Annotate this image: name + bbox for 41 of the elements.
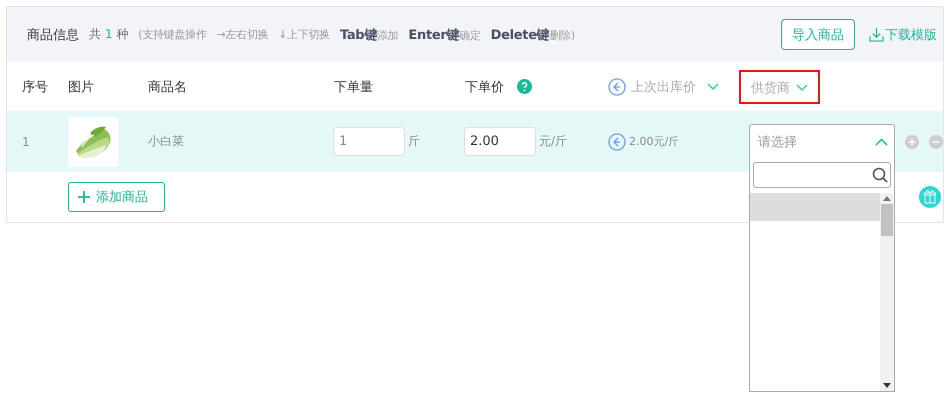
- column-header: 下单量: [334, 78, 373, 96]
- column-header[interactable]: 供货商: [739, 70, 820, 104]
- shortcut-hint: ↓上下切换: [278, 27, 330, 42]
- shortcut-hint: Enter键确定: [408, 26, 481, 44]
- plus-icon: [78, 191, 90, 203]
- unit-label: 元/斤: [539, 133, 568, 150]
- chevron-icon: [875, 138, 888, 146]
- scrollbar[interactable]: [880, 193, 894, 391]
- column-header: 下单价: [465, 78, 504, 96]
- product-name: 小白菜: [148, 133, 184, 150]
- search-field[interactable]: [753, 162, 891, 188]
- column-header: 序号: [22, 78, 48, 96]
- column-header: 上次出库价: [631, 78, 696, 96]
- section-title: 商品信息: [27, 26, 79, 44]
- scroll-down-icon[interactable]: [883, 383, 891, 388]
- shortcut-hint: →左右切换: [216, 27, 268, 42]
- chevron-down-icon[interactable]: [707, 82, 719, 90]
- search-icon: [872, 167, 888, 183]
- import-button[interactable]: 导入商品: [781, 19, 855, 50]
- unit-label: 斤: [408, 133, 420, 150]
- download-icon: [869, 27, 884, 42]
- add-product-button[interactable]: 添加商品: [68, 182, 165, 212]
- scroll-thumb[interactable]: [881, 204, 893, 236]
- scroll-up-icon[interactable]: [883, 196, 891, 201]
- gift-icon[interactable]: [919, 186, 941, 208]
- row-number: 1: [22, 134, 30, 148]
- download-link[interactable]: 下载模版: [869, 26, 937, 44]
- item-count: 共 1 种: [89, 26, 128, 43]
- shortcut-hint: Delete键删除): [490, 26, 575, 44]
- column-header: 图片: [68, 78, 94, 96]
- add-icon[interactable]: [905, 134, 919, 148]
- chevron-down-icon[interactable]: [796, 84, 808, 92]
- quantity-input[interactable]: 1: [333, 127, 405, 156]
- shortcut-hint: Tab键添加: [340, 26, 398, 44]
- column-header: 商品名: [148, 78, 187, 96]
- supplier-select[interactable]: 请选择: [749, 124, 895, 159]
- last-price: 2.00元/斤: [629, 134, 680, 149]
- help-icon[interactable]: [517, 79, 532, 94]
- price-input[interactable]: 2.00: [464, 127, 536, 156]
- remove-icon[interactable]: [929, 134, 943, 148]
- shortcut-hint: (支持键盘操作: [138, 27, 206, 42]
